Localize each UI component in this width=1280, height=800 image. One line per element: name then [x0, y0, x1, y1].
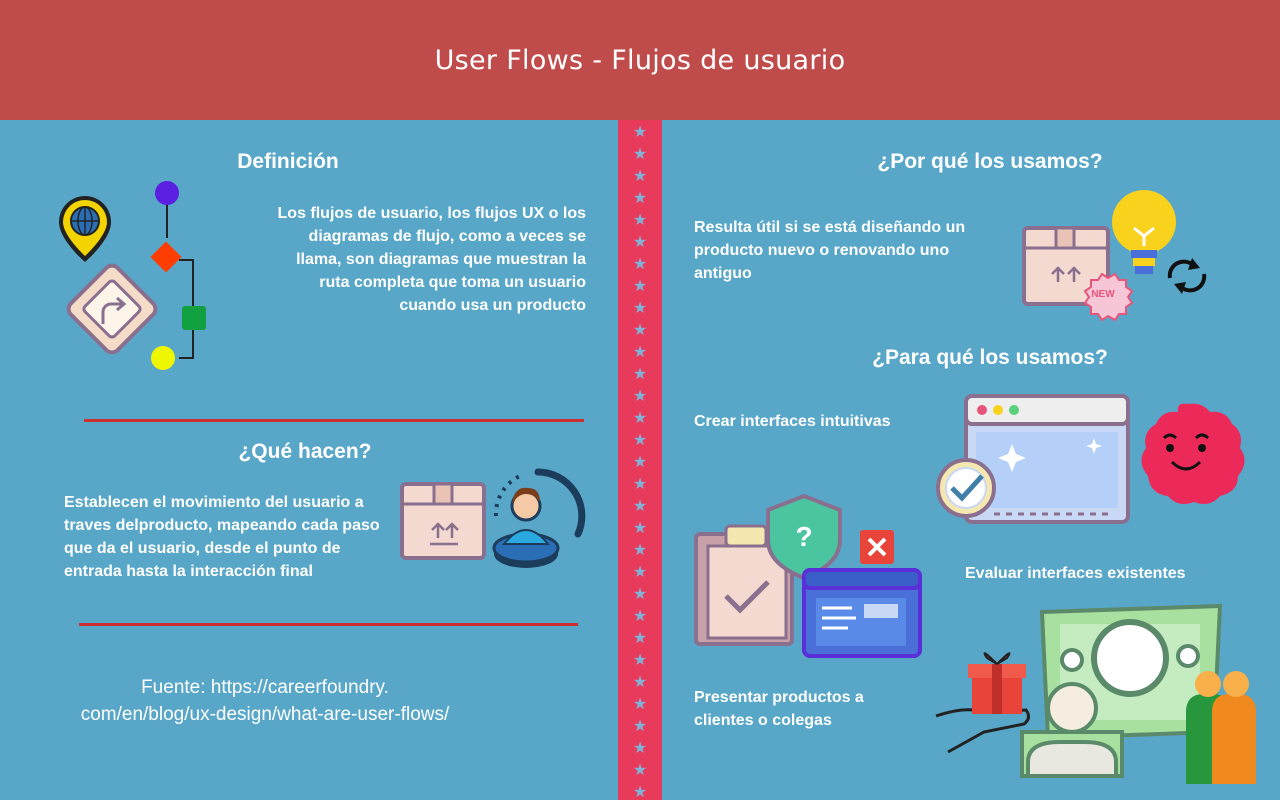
star-icon: ★	[632, 628, 648, 647]
star-icon: ★	[632, 606, 648, 625]
package-box-icon	[400, 482, 486, 560]
use-item-3: Presentar productos a clientes o colegas	[694, 689, 864, 729]
star-icon: ★	[632, 122, 648, 141]
star-icon: ★	[632, 210, 648, 229]
star-icon: ★	[632, 144, 648, 163]
why-text: Resulta útil si se está diseñando un pro…	[694, 219, 966, 282]
star-icon: ★	[632, 254, 648, 273]
star-icon: ★	[632, 584, 648, 603]
new-badge-label: NEW	[1091, 289, 1115, 300]
star-icon: ★	[632, 408, 648, 427]
source-line-1: Fuente: https://careerfoundry.	[141, 677, 389, 698]
star-icon: ★	[632, 672, 648, 691]
why-title: ¿Por qué los usamos?	[877, 150, 1103, 173]
use-item-2: Evaluar interfaces existentes	[965, 565, 1186, 582]
what-title: ¿Qué hacen?	[238, 440, 372, 463]
svg-text:?: ?	[795, 521, 812, 552]
star-icon: ★	[632, 452, 648, 471]
star-icon: ★	[632, 474, 648, 493]
use-item-1: Crear interfaces intuitivas	[694, 413, 891, 430]
left-divider-1	[84, 419, 584, 422]
star-icon: ★	[632, 430, 648, 449]
header-banner: User Flows - Flujos de usuario	[0, 0, 1280, 120]
page-title: User Flows - Flujos de usuario	[434, 44, 846, 76]
source-line-2: com/en/blog/ux-design/what-are-user-flow…	[80, 704, 450, 725]
star-icon: ★	[632, 166, 648, 185]
star-icon: ★	[632, 540, 648, 559]
star-icon: ★	[632, 496, 648, 515]
evaluation-tools-icon: ?	[694, 493, 922, 658]
star-icon: ★	[632, 320, 648, 339]
star-icon: ★	[632, 738, 648, 757]
star-icon: ★	[632, 518, 648, 537]
flow-diagram-icon	[59, 181, 206, 370]
star-icon: ★	[632, 760, 648, 779]
center-divider-stripe: ★ ★ ★ ★ ★ ★ ★ ★ ★ ★ ★ ★ ★ ★ ★ ★ ★ ★ ★ ★ ★ ★ ★ ★ ★ ★ ★ ★ ★ ★ ★	[618, 120, 662, 800]
user-platform-icon	[492, 468, 586, 568]
definition-text: Los flujos de usuario, los flujos UX o l…	[277, 205, 586, 314]
smiling-blob-icon	[1141, 403, 1245, 504]
definition-title: Definición	[237, 150, 339, 173]
star-icon: ★	[632, 364, 648, 383]
what-text: Establecen el movimiento del usuario a t…	[64, 494, 380, 580]
source-citation: Fuente: https://careerfoundry. com/en/bl…	[50, 674, 480, 728]
browser-window-icon	[936, 394, 1130, 524]
star-icon: ★	[632, 782, 648, 800]
star-icon: ★	[632, 298, 648, 317]
star-icon: ★	[632, 650, 648, 669]
star-icon: ★	[632, 232, 648, 251]
left-divider-2	[79, 623, 578, 626]
star-icon: ★	[632, 276, 648, 295]
presentation-people-icon	[935, 603, 1256, 784]
what-for-title: ¿Para qué los usamos?	[872, 346, 1108, 369]
star-icon: ★	[632, 694, 648, 713]
star-icon: ★	[632, 188, 648, 207]
star-icon: ★	[632, 716, 648, 735]
star-icon: ★	[632, 386, 648, 405]
star-icon: ★	[632, 342, 648, 361]
star-icon: ★	[632, 562, 648, 581]
